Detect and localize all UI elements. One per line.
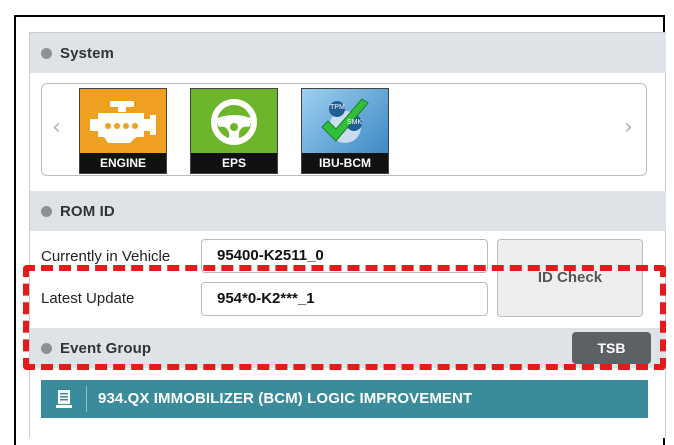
current-rom-field: 95400-K2511_0 [201,239,488,273]
event-item-title: 934.QX IMMOBILIZER (BCM) LOGIC IMPROVEME… [98,390,473,407]
system-tile-label: IBU-BCM [302,153,388,173]
system-tile-label: ENGINE [80,153,166,173]
id-check-button[interactable]: ID Check [497,239,643,317]
latest-rom-field: 954*0-K2***_1 [201,282,488,316]
bullet-icon [41,342,52,354]
steering-wheel-icon [191,89,277,153]
current-rom-label: Currently in Vehicle [41,248,171,265]
tsb-button[interactable]: TSB [572,332,651,364]
rom-id-section-title: ROM ID [60,202,115,220]
system-section-header: System [30,33,666,73]
document-icon [55,389,73,409]
event-group-section-title: Event Group [60,339,152,357]
chevron-left-icon[interactable]: ‹ [52,117,64,139]
system-tile-label: EPS [191,153,277,173]
engine-icon [80,89,166,153]
chevron-right-icon[interactable]: › [624,117,636,139]
rom-id-section-header: ROM ID [30,191,666,231]
divider [86,386,87,412]
bullet-icon [41,47,52,59]
event-group-section-header: Event Group [30,328,666,368]
system-section-title: System [60,44,114,62]
system-tile-eps[interactable]: EPS [190,88,278,174]
latest-rom-label: Latest Update [41,290,135,307]
tpms-smk-check-icon: TPM SMK [302,89,388,153]
event-list-item[interactable]: 934.QX IMMOBILIZER (BCM) LOGIC IMPROVEME… [41,380,648,418]
smk-badge: SMK [347,119,363,126]
bullet-icon [41,205,52,217]
system-tile-engine[interactable]: ENGINE [79,88,167,174]
tpm-badge: TPM [330,104,345,111]
system-tile-ibu-bcm[interactable]: TPM SMK IBU-BCM [301,88,389,174]
